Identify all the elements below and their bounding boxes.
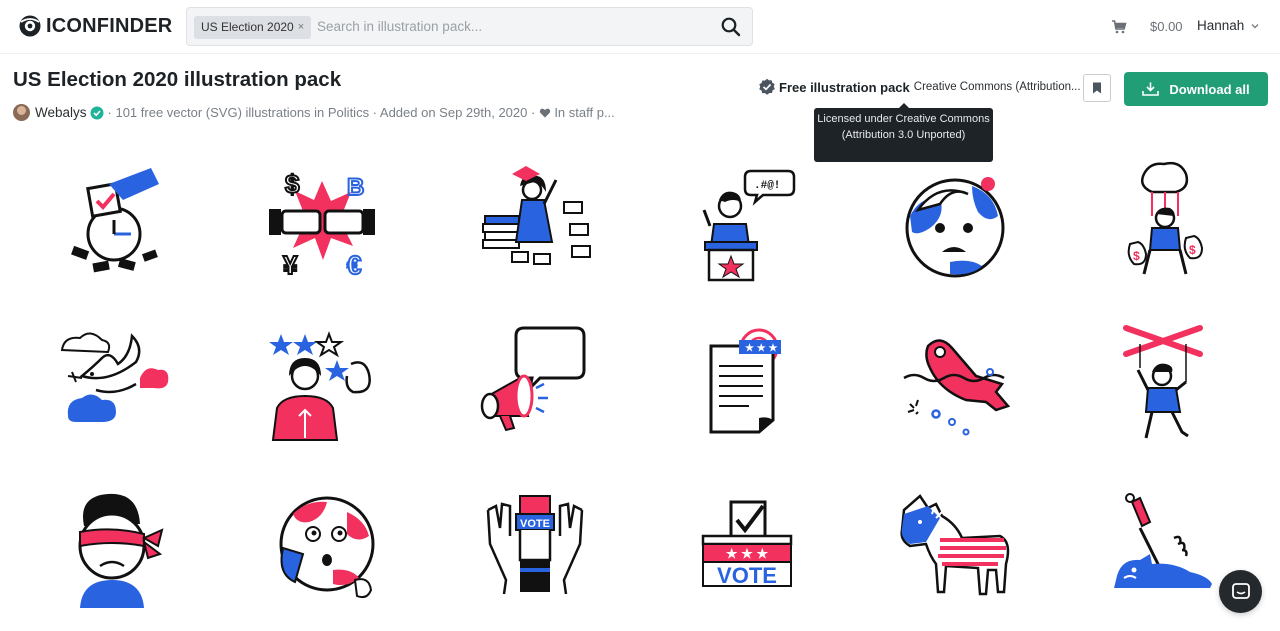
illustration-ballot-clock[interactable]	[39, 156, 189, 296]
chat-launcher[interactable]	[1219, 570, 1262, 613]
illustration-vote-ballot-box[interactable]: ★ ★ ★ VOTE	[679, 484, 829, 624]
search-filter-tag-label: US Election 2020	[201, 20, 294, 34]
illustration-sword-in-creature[interactable]	[1090, 484, 1240, 624]
remove-filter-icon[interactable]: ×	[298, 16, 304, 39]
chat-icon	[1231, 582, 1250, 599]
license-badge-icon	[759, 78, 775, 95]
pack-summary: · 101 free vector (SVG) illustrations in…	[107, 105, 536, 120]
staff-pick-link[interactable]: In staff p...	[554, 105, 614, 120]
verified-icon	[90, 106, 104, 119]
download-all-label: Download all	[1169, 81, 1250, 97]
user-menu[interactable]: Hannah	[1197, 18, 1260, 33]
search-input[interactable]	[317, 8, 707, 45]
svg-text:★ ★ ★: ★ ★ ★	[745, 343, 777, 354]
search-filter-tag: US Election 2020 ×	[194, 16, 312, 39]
svg-text:$: $	[1133, 249, 1140, 263]
illustration-woman-rating-stars[interactable]	[247, 320, 397, 460]
illustration-speaker-at-podium[interactable]: .#@!	[673, 156, 823, 296]
bookmark-icon	[1093, 82, 1101, 94]
page-title: US Election 2020 illustration pack	[13, 68, 342, 91]
license-info[interactable]: Free illustration pack Creative Commons …	[758, 78, 1081, 96]
vote-label: VOTE	[520, 518, 550, 530]
svg-text:B: B	[347, 174, 364, 201]
illustration-worried-earth[interactable]	[880, 156, 1030, 296]
svg-text:€: €	[347, 250, 361, 280]
cart-total[interactable]: $0.00	[1150, 19, 1183, 34]
illustration-democrat-donkey[interactable]	[880, 484, 1030, 624]
pack-meta: Webalys · 101 free vector (SVG) illustra…	[13, 104, 615, 121]
ballot-vote-label: VOTE	[717, 563, 777, 588]
illustration-document-with-stamp[interactable]: ★ ★ ★	[679, 320, 829, 460]
top-bar: ICONFINDER US Election 2020 × $0.00 Hann…	[0, 0, 1280, 54]
download-icon	[1142, 82, 1160, 96]
bookmark-button[interactable]	[1083, 74, 1111, 102]
illustration-currency-fist-bump[interactable]: $ B ¥ €	[247, 156, 397, 296]
license-tooltip: Licensed under Creative Commons (Attribu…	[814, 103, 993, 162]
svg-text:$: $	[285, 169, 300, 199]
user-name: Hannah	[1197, 18, 1245, 33]
illustration-anxious-globe[interactable]	[247, 484, 397, 624]
svg-text:.#@!: .#@!	[754, 180, 780, 192]
author-link[interactable]: Webalys	[35, 105, 87, 120]
svg-text:$: $	[1189, 243, 1196, 257]
illustration-man-on-strings[interactable]	[1090, 320, 1240, 460]
svg-text:★ ★ ★: ★ ★ ★	[726, 546, 769, 561]
cart-icon[interactable]	[1111, 19, 1127, 35]
search-icon[interactable]	[720, 16, 742, 38]
illustration-puppet-with-money-bags[interactable]: $ $	[1090, 156, 1240, 296]
svg-text:¥: ¥	[283, 250, 298, 280]
logo-icon	[19, 15, 41, 37]
heart-icon	[540, 108, 551, 117]
search-bar: US Election 2020 ×	[186, 7, 753, 46]
illustration-blindfolded-person[interactable]	[36, 484, 186, 624]
illustration-raised-hands-vote[interactable]: VOTE	[460, 484, 610, 624]
download-all-button[interactable]: Download all	[1124, 72, 1268, 106]
chevron-down-icon	[1251, 23, 1259, 28]
author-avatar[interactable]	[13, 104, 30, 121]
illustration-graduate-with-books[interactable]	[460, 156, 610, 296]
illustration-fish-on-water[interactable]	[880, 320, 1030, 460]
illustration-dove-with-clouds[interactable]	[36, 320, 186, 460]
license-name: Creative Commons (Attribution...	[913, 81, 1081, 93]
iconfinder-logo[interactable]: ICONFINDER	[18, 14, 172, 38]
illustration-megaphone-speech-bubble[interactable]	[460, 320, 610, 460]
logo-text: ICONFINDER	[46, 14, 173, 37]
license-label: Free illustration pack	[779, 79, 910, 95]
